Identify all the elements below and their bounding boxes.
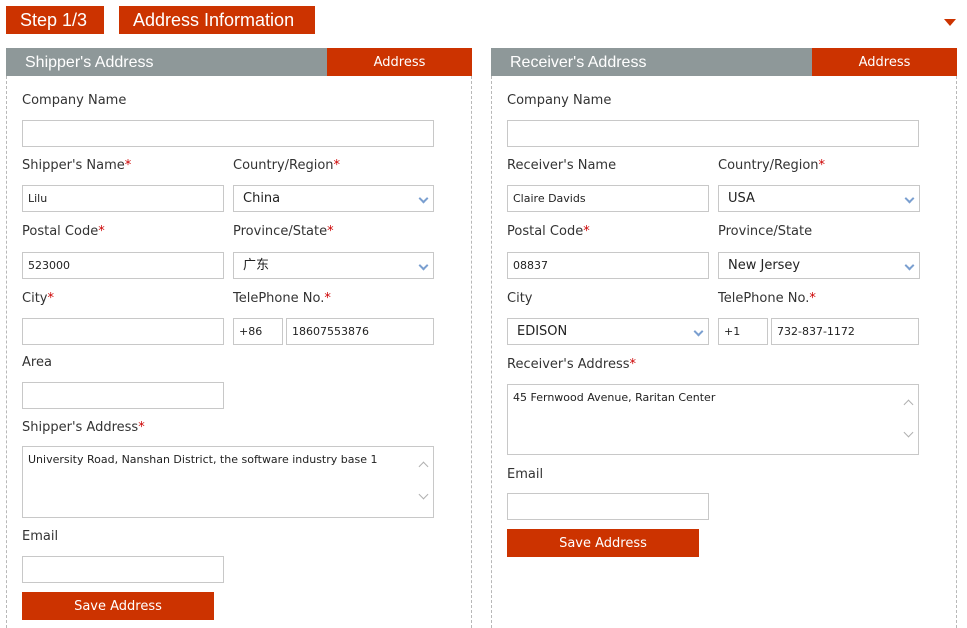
country-region-label-text: Country/Region bbox=[233, 158, 334, 173]
receiver-form: Company Name Receiver's Name Claire Davi… bbox=[491, 76, 957, 628]
receiver-address-textarea[interactable]: 45 Fernwood Avenue, Raritan Center bbox=[507, 384, 919, 455]
province-state-value: New Jersey bbox=[728, 258, 801, 273]
country-region-label: Country/Region* bbox=[233, 158, 340, 173]
scroll-up-icon[interactable] bbox=[418, 461, 429, 472]
postal-code-input[interactable]: 08837 bbox=[507, 252, 709, 279]
step-indicator: Step 1/3 bbox=[6, 6, 104, 34]
chevron-down-icon bbox=[418, 260, 429, 271]
area-label: Area bbox=[22, 355, 52, 370]
country-region-value: China bbox=[243, 191, 281, 206]
required-mark: * bbox=[47, 291, 54, 306]
company-name-label: Company Name bbox=[22, 93, 127, 108]
receiver-address-label: Receiver's Address* bbox=[507, 357, 636, 372]
telephone-label-text: TelePhone No. bbox=[233, 291, 325, 306]
postal-code-label: Postal Code* bbox=[22, 224, 105, 239]
email-input[interactable] bbox=[22, 556, 224, 583]
triangle-down-icon[interactable] bbox=[944, 19, 956, 26]
city-label-text: City bbox=[22, 291, 48, 306]
email-label: Email bbox=[507, 467, 544, 482]
phone-number-input[interactable]: 732-837-1172 bbox=[771, 318, 919, 345]
section-title: Address Information bbox=[133, 10, 295, 30]
province-state-select[interactable]: New Jersey bbox=[718, 252, 920, 279]
shipper-panel-title: Shipper's Address bbox=[25, 54, 154, 71]
country-region-value: USA bbox=[728, 191, 755, 206]
country-region-select[interactable]: China bbox=[233, 185, 434, 212]
section-title-tag: Address Information bbox=[119, 6, 315, 34]
postal-code-label-text: Postal Code bbox=[22, 224, 99, 239]
required-mark: * bbox=[124, 158, 132, 173]
company-name-input[interactable] bbox=[22, 120, 434, 147]
phone-number-input[interactable]: 18607553876 bbox=[286, 318, 434, 345]
shipper-name-label: Shipper's Name* bbox=[22, 158, 131, 173]
country-region-select[interactable]: USA bbox=[718, 185, 920, 212]
area-input[interactable] bbox=[22, 382, 224, 409]
email-input[interactable] bbox=[507, 493, 709, 520]
postal-code-label-text: Postal Code bbox=[507, 224, 584, 239]
shipper-address-textarea[interactable]: University Road, Nanshan District, the s… bbox=[22, 446, 434, 518]
required-mark: * bbox=[818, 158, 826, 173]
receiver-address-text: 45 Fernwood Avenue, Raritan Center bbox=[513, 391, 716, 404]
required-mark: * bbox=[629, 357, 637, 372]
postal-code-label: Postal Code* bbox=[507, 224, 590, 239]
scroll-down-icon[interactable] bbox=[903, 427, 914, 438]
required-mark: * bbox=[98, 224, 105, 239]
save-address-button[interactable]: Save Address bbox=[507, 529, 699, 557]
shipper-address-text: University Road, Nanshan District, the s… bbox=[28, 453, 378, 466]
save-address-button[interactable]: Save Address bbox=[22, 592, 214, 620]
shipper-panel: Shipper's Address Address Company Name S… bbox=[6, 48, 472, 628]
receiver-address-label-text: Receiver's Address bbox=[507, 357, 630, 372]
required-mark: * bbox=[138, 420, 145, 435]
email-label: Email bbox=[22, 529, 59, 544]
telephone-label: TelePhone No.* bbox=[718, 291, 816, 306]
city-input[interactable] bbox=[22, 318, 224, 345]
shipper-name-label-text: Shipper's Name bbox=[22, 158, 125, 173]
shipper-address-label-text: Shipper's Address bbox=[22, 420, 139, 435]
required-mark: * bbox=[809, 291, 816, 306]
receiver-name-label: Receiver's Name bbox=[507, 158, 617, 173]
scroll-up-icon[interactable] bbox=[903, 399, 914, 410]
country-region-label: Country/Region* bbox=[718, 158, 825, 173]
city-select[interactable]: EDISON bbox=[507, 318, 709, 345]
save-address-label: Save Address bbox=[559, 536, 647, 551]
receiver-panel-header: Receiver's Address Address bbox=[491, 48, 957, 76]
city-value: EDISON bbox=[517, 324, 568, 339]
province-state-value: 广东 bbox=[243, 258, 270, 273]
receiver-panel-title: Receiver's Address bbox=[510, 54, 647, 71]
phone-country-code-input[interactable]: +1 bbox=[718, 318, 768, 345]
shipper-address-label: Shipper's Address* bbox=[22, 420, 145, 435]
company-name-label: Company Name bbox=[507, 93, 612, 108]
required-mark: * bbox=[583, 224, 590, 239]
city-label: City* bbox=[22, 291, 54, 306]
required-mark: * bbox=[324, 291, 331, 306]
country-region-label-text: Country/Region bbox=[718, 158, 819, 173]
telephone-label: TelePhone No.* bbox=[233, 291, 331, 306]
city-label: City bbox=[507, 291, 533, 306]
required-mark: * bbox=[333, 158, 341, 173]
postal-code-input[interactable]: 523000 bbox=[22, 252, 224, 279]
chevron-down-icon bbox=[904, 193, 915, 204]
receiver-address-tab[interactable]: Address bbox=[812, 48, 957, 76]
province-state-label: Province/State* bbox=[233, 224, 334, 239]
phone-country-code-input[interactable]: +86 bbox=[233, 318, 283, 345]
province-state-label-text: Province/State bbox=[233, 224, 328, 239]
province-state-label: Province/State bbox=[718, 224, 813, 239]
telephone-label-text: TelePhone No. bbox=[718, 291, 810, 306]
save-address-label: Save Address bbox=[74, 599, 162, 614]
shipper-form: Company Name Shipper's Name* Lilu Countr… bbox=[6, 76, 472, 628]
province-state-select[interactable]: 广东 bbox=[233, 252, 434, 279]
receiver-panel: Receiver's Address Address Company Name … bbox=[491, 48, 957, 628]
shipper-name-input[interactable]: Lilu bbox=[22, 185, 224, 212]
shipper-panel-header: Shipper's Address Address bbox=[6, 48, 472, 76]
required-mark: * bbox=[327, 224, 334, 239]
chevron-down-icon bbox=[904, 260, 915, 271]
step-label: Step 1/3 bbox=[20, 10, 88, 30]
receiver-name-input[interactable]: Claire Davids bbox=[507, 185, 709, 212]
chevron-down-icon bbox=[418, 193, 429, 204]
shipper-address-tab[interactable]: Address bbox=[327, 48, 472, 76]
company-name-input[interactable] bbox=[507, 120, 919, 147]
shipper-address-tab-label: Address bbox=[373, 55, 426, 70]
chevron-down-icon bbox=[693, 326, 704, 337]
scroll-down-icon[interactable] bbox=[418, 489, 429, 500]
receiver-address-tab-label: Address bbox=[858, 55, 911, 70]
